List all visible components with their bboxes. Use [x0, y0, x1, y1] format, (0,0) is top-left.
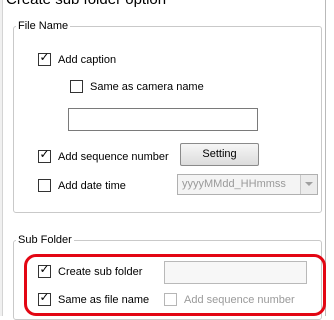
page-heading: Create sub folder option [6, 0, 166, 8]
highlight-annotation [24, 254, 326, 316]
setting-button[interactable]: Setting [180, 143, 259, 166]
chevron-down-icon [305, 182, 313, 186]
sub-folder-group-title: Sub Folder [16, 234, 74, 246]
date-format-select[interactable]: yyyyMMdd_HHmmss [177, 174, 318, 195]
dropdown-button[interactable] [300, 175, 317, 194]
check-icon: ✓ [39, 147, 50, 161]
add-date-time-checkbox[interactable] [38, 179, 51, 192]
same-as-camera-name-label[interactable]: Same as camera name [90, 81, 204, 94]
add-sequence-number-checkbox[interactable]: ✓ [38, 147, 51, 163]
add-caption-checkbox[interactable]: ✓ [38, 50, 51, 66]
add-date-time-label[interactable]: Add date time [58, 180, 126, 193]
add-sequence-number-label[interactable]: Add sequence number [58, 151, 169, 164]
caption-text-input[interactable] [69, 109, 257, 130]
date-format-value: yyyyMMdd_HHmmss [182, 178, 286, 190]
check-icon: ✓ [39, 50, 50, 64]
same-as-camera-name-checkbox[interactable] [70, 80, 83, 93]
caption-text-input-box[interactable] [68, 108, 258, 131]
add-caption-label[interactable]: Add caption [58, 54, 116, 67]
file-name-group-title: File Name [16, 20, 71, 32]
window-left-edge-line [2, 0, 3, 316]
